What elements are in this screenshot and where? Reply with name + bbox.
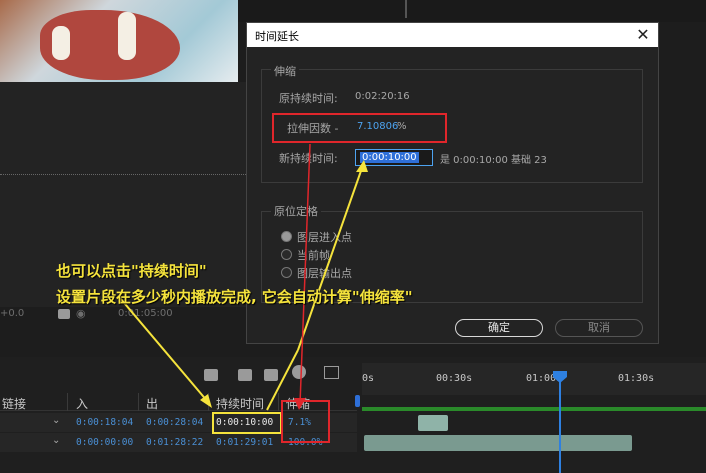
annotation-line-1: 也可以点击"持续时间" [56,262,207,280]
arrow-head [294,398,306,410]
arrow-segment [266,349,299,411]
arrow-head [356,160,368,172]
arrow-to-duration-cell [119,297,209,403]
annotation-line-2: 设置片段在多少秒内播放完成, 它会自动计算"伸缩率" [56,288,413,306]
annotation-arrows [119,143,368,411]
tutorial-annotation: 也可以点击"持续时间" 设置片段在多少秒内播放完成, 它会自动计算"伸缩率" [56,258,413,310]
